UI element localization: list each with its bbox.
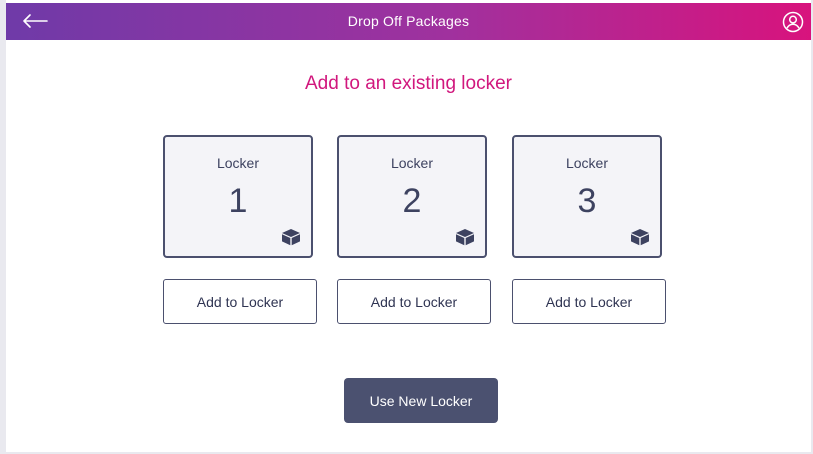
locker-label: Locker xyxy=(565,155,609,171)
locker-number: 2 xyxy=(402,182,422,220)
locker-card-1[interactable]: Locker 1 xyxy=(163,135,313,258)
locker-label: Locker xyxy=(216,155,260,171)
locker-card-3[interactable]: Locker 3 xyxy=(512,135,662,258)
account-button[interactable] xyxy=(781,10,805,34)
use-new-locker-button[interactable]: Use New Locker xyxy=(344,378,498,423)
user-circle-icon xyxy=(782,11,804,33)
locker-number: 3 xyxy=(577,182,597,220)
locker-label: Locker xyxy=(390,155,434,171)
page-title: Drop Off Packages xyxy=(347,13,470,29)
locker-card-2[interactable]: Locker 2 xyxy=(337,135,487,258)
add-to-locker-3-button[interactable]: Add to Locker xyxy=(512,279,666,324)
package-icon xyxy=(631,229,649,246)
package-icon xyxy=(456,229,474,246)
locker-number: 1 xyxy=(228,182,248,220)
package-icon xyxy=(282,229,300,246)
top-bar: Drop Off Packages xyxy=(6,3,811,40)
app-frame: Drop Off Packages Add to an existing loc… xyxy=(6,0,811,452)
section-heading: Add to an existing locker xyxy=(304,73,512,94)
add-to-locker-1-button[interactable]: Add to Locker xyxy=(163,279,317,324)
add-to-locker-2-button[interactable]: Add to Locker xyxy=(337,279,491,324)
